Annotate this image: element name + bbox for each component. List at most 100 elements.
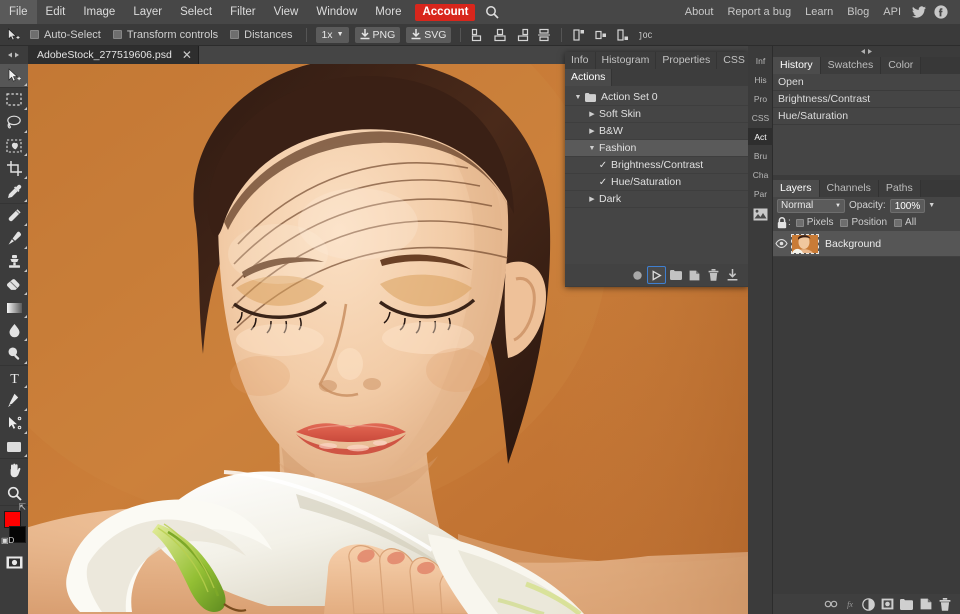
link-api[interactable]: API <box>876 6 908 18</box>
align-bottom-icon[interactable] <box>612 24 634 46</box>
tab-paths[interactable]: Paths <box>879 180 921 197</box>
distances-checkbox[interactable]: Distances <box>226 29 300 41</box>
link-layers-icon[interactable] <box>821 594 840 614</box>
disclosure-triangle-right-icon[interactable]: ▶ <box>585 110 599 118</box>
align-left-icon[interactable] <box>467 24 489 46</box>
disclosure-triangle-down-icon[interactable]: ▼ <box>585 145 599 152</box>
strip-tab-history[interactable]: His <box>748 71 773 88</box>
new-set-folder-icon[interactable] <box>666 266 685 284</box>
shape-tool[interactable] <box>0 435 28 458</box>
menu-item-window[interactable]: Window <box>307 0 366 24</box>
clone-stamp-tool[interactable] <box>0 250 28 273</box>
crop-tool[interactable] <box>0 157 28 180</box>
actions-row-dark[interactable]: ▶ Dark <box>565 191 748 208</box>
history-state-open[interactable]: Open <box>773 74 960 91</box>
export-svg-button[interactable]: SVG <box>406 27 451 43</box>
strip-tab-info[interactable]: Inf <box>748 52 773 69</box>
new-layer-icon[interactable] <box>916 594 935 614</box>
distribute-h-icon[interactable] <box>533 24 555 46</box>
adjustment-layer-icon[interactable] <box>859 594 878 614</box>
play-icon[interactable] <box>647 266 666 284</box>
strip-tab-properties[interactable]: Pro <box>748 90 773 107</box>
layer-mask-icon[interactable] <box>878 594 897 614</box>
eye-icon[interactable] <box>773 239 789 248</box>
left-collapse-icon[interactable] <box>0 46 28 64</box>
brush-tool[interactable] <box>0 227 28 250</box>
tab-info[interactable]: Info <box>565 52 596 69</box>
tab-channels[interactable]: Channels <box>820 180 879 197</box>
tab-histogram[interactable]: Histogram <box>596 52 657 69</box>
healing-brush-tool[interactable] <box>0 204 28 227</box>
image-thumbnail-icon[interactable] <box>748 204 773 224</box>
twitter-icon[interactable] <box>908 0 930 24</box>
gradient-tool[interactable] <box>0 296 28 319</box>
checkmark-icon[interactable]: ✓ <box>595 160 611 171</box>
align-center-h-icon[interactable] <box>489 24 511 46</box>
object-selection-tool[interactable] <box>0 134 28 157</box>
menu-item-image[interactable]: Image <box>74 0 124 24</box>
strip-tab-channels[interactable]: Cha <box>748 166 773 183</box>
tab-color[interactable]: Color <box>881 57 921 74</box>
type-tool[interactable]: T <box>0 366 28 389</box>
transform-controls-checkbox[interactable]: Transform controls <box>109 29 226 41</box>
lock-position-checkbox[interactable]: Position <box>840 217 887 228</box>
strip-tab-paragraph[interactable]: Par <box>748 185 773 202</box>
account-button[interactable]: Account <box>415 4 475 21</box>
document-tab[interactable]: AdobeStock_277519606.psd ✕ <box>28 46 199 64</box>
strip-tab-brushes[interactable]: Bru <box>748 147 773 164</box>
eyedropper-tool[interactable] <box>0 180 28 203</box>
actions-row-bw[interactable]: ▶ B&W <box>565 123 748 140</box>
pen-tool[interactable] <box>0 389 28 412</box>
opacity-chevron-down-icon[interactable]: ▼ <box>928 202 935 209</box>
move-tool-icon[interactable] <box>0 24 26 46</box>
menu-item-edit[interactable]: Edit <box>37 0 75 24</box>
new-group-folder-icon[interactable] <box>897 594 916 614</box>
layer-effects-fx-icon[interactable]: fx <box>840 594 859 614</box>
disclosure-triangle-down-icon[interactable]: ▼ <box>571 94 585 101</box>
menu-item-file[interactable]: File <box>0 0 37 24</box>
layer-row-background[interactable]: Background <box>773 231 960 257</box>
tab-properties[interactable]: Properties <box>656 52 717 69</box>
link-about[interactable]: About <box>678 6 721 18</box>
export-png-button[interactable]: PNG <box>355 27 401 43</box>
quick-mask-icon[interactable] <box>0 552 28 572</box>
tab-css[interactable]: CSS <box>717 52 752 69</box>
disclosure-triangle-right-icon[interactable]: ▶ <box>585 195 599 203</box>
strip-tab-css[interactable]: CSS <box>748 109 773 126</box>
menu-item-filter[interactable]: Filter <box>221 0 265 24</box>
new-action-icon[interactable] <box>685 266 704 284</box>
dock-collapse-icon[interactable] <box>773 46 960 57</box>
blend-mode-dropdown[interactable]: Normal ▼ <box>777 199 845 213</box>
align-right-icon[interactable] <box>511 24 533 46</box>
align-top-icon[interactable] <box>568 24 590 46</box>
marquee-tool[interactable] <box>0 88 28 111</box>
delete-layer-trash-icon[interactable] <box>935 594 954 614</box>
distribute-v-icon[interactable]: ]OC <box>634 24 656 46</box>
actions-row-fashion[interactable]: ▼ Fashion <box>565 140 748 157</box>
history-state-hue-saturation[interactable]: Hue/Saturation <box>773 108 960 125</box>
search-icon[interactable] <box>480 0 504 24</box>
menu-item-select[interactable]: Select <box>171 0 221 24</box>
dodge-tool[interactable] <box>0 342 28 365</box>
strip-tab-actions[interactable]: Act <box>748 128 773 145</box>
move-tool[interactable] <box>0 64 28 87</box>
opacity-value[interactable]: 100% <box>890 199 926 213</box>
tab-history[interactable]: History <box>773 57 821 74</box>
checkmark-icon[interactable]: ✓ <box>595 177 611 188</box>
lock-all-checkbox[interactable]: All <box>894 217 916 228</box>
actions-row-soft-skin[interactable]: ▶ Soft Skin <box>565 106 748 123</box>
record-icon[interactable] <box>628 266 647 284</box>
menu-item-view[interactable]: View <box>265 0 308 24</box>
auto-select-checkbox[interactable]: Auto-Select <box>26 29 109 41</box>
history-state-brightness-contrast[interactable]: Brightness/Contrast <box>773 91 960 108</box>
disclosure-triangle-right-icon[interactable]: ▶ <box>585 127 599 135</box>
default-colors-icon[interactable]: ▣D <box>1 536 14 545</box>
lock-pixels-checkbox[interactable]: Pixels <box>796 217 834 228</box>
menu-item-more[interactable]: More <box>366 0 410 24</box>
lasso-tool[interactable] <box>0 111 28 134</box>
tab-actions[interactable]: Actions <box>565 69 612 86</box>
actions-row-brightness-contrast[interactable]: ✓ Brightness/Contrast <box>565 157 748 174</box>
close-icon[interactable]: ✕ <box>182 49 192 61</box>
align-middle-v-icon[interactable] <box>590 24 612 46</box>
blur-tool[interactable] <box>0 319 28 342</box>
